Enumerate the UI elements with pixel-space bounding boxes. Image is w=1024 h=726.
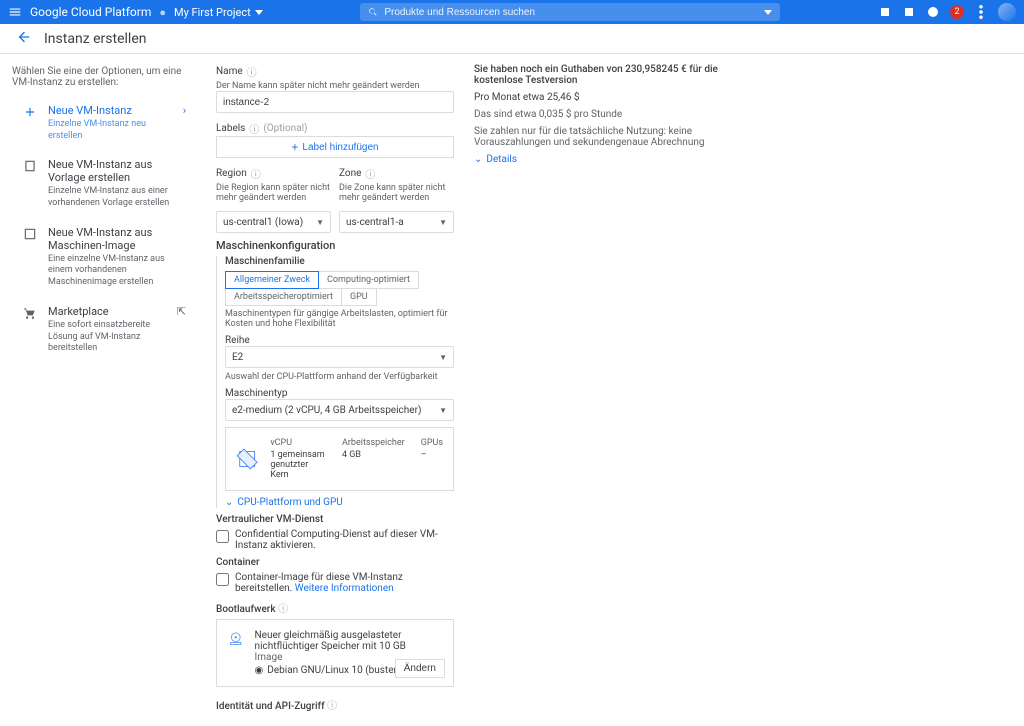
notifications-badge[interactable]: 2	[950, 5, 964, 19]
avatar[interactable]	[998, 3, 1016, 21]
boot-disk-box: Neuer gleichmäßig ausgelasteter nichtflü…	[216, 619, 454, 687]
family-hint: Maschinentypen für gängige Arbeitslasten…	[225, 309, 454, 329]
zone-label: Zone	[339, 168, 361, 179]
top-bar: Google Cloud Platform ● My First Project…	[0, 0, 1024, 24]
more-icon[interactable]	[974, 5, 988, 19]
chevron-down-icon: ▼	[439, 406, 447, 415]
zone-select[interactable]: us-central1-a▼	[339, 211, 454, 233]
search-icon	[368, 7, 378, 17]
confidential-checkbox[interactable]	[216, 530, 229, 543]
search-box[interactable]	[360, 3, 780, 21]
sidebar-intro: Wählen Sie eine der Optionen, um eine VM…	[12, 66, 196, 88]
region-select[interactable]: us-central1 (Iowa)▼	[216, 211, 331, 233]
sidebar: Wählen Sie eine der Optionen, um eine VM…	[0, 54, 200, 726]
container-more-link[interactable]: Weitere Informationen	[295, 583, 394, 594]
chevron-right-icon: ›	[183, 104, 186, 117]
sidebar-item-from-image[interactable]: Neue VM-Instanz aus Maschinen-ImageEine …	[12, 218, 196, 297]
debian-icon: ◉	[255, 665, 264, 676]
template-icon	[22, 158, 38, 173]
sidebar-item-marketplace[interactable]: MarketplaceEine sofort einsatzbereite Lö…	[12, 297, 196, 363]
series-select[interactable]: E2▼	[225, 346, 454, 368]
zone-hint: Die Zone kann später nicht mehr geändert…	[339, 183, 454, 203]
back-arrow-icon[interactable]	[16, 29, 32, 49]
hourly-price: Das sind etwa 0,035 $ pro Stunde	[474, 109, 724, 120]
disk-icon	[227, 630, 245, 648]
page-title: Instanz erstellen	[44, 31, 146, 47]
search-input[interactable]	[384, 7, 758, 18]
machine-family-tabs: Allgemeiner Zweck Computing-optimiert Ar…	[225, 271, 454, 305]
gift-icon[interactable]	[878, 5, 892, 19]
container-label: Container	[216, 557, 454, 568]
chevron-down-icon	[255, 10, 263, 15]
machine-conf-heading: Maschinenkonfiguration	[216, 239, 454, 252]
tab-gpu[interactable]: GPU	[341, 288, 377, 306]
console-icon[interactable]	[902, 5, 916, 19]
tab-general[interactable]: Allgemeiner Zweck	[225, 271, 319, 289]
chevron-down-icon[interactable]	[764, 10, 772, 15]
info-panel: Sie haben noch ein Guthaben von 230,9582…	[470, 54, 740, 726]
name-label: Name	[216, 66, 243, 77]
sidebar-item-from-template[interactable]: Neue VM-Instanz aus Vorlage erstellenEin…	[12, 150, 196, 217]
name-input[interactable]	[216, 91, 454, 113]
machinetype-label: Maschinentyp	[225, 388, 287, 399]
chevron-down-icon: ▼	[439, 353, 447, 362]
region-label: Region	[216, 168, 247, 179]
help-icon[interactable]: ⓘ	[327, 701, 337, 712]
image-icon	[22, 226, 38, 241]
cpu-icon	[236, 444, 258, 474]
chevron-down-icon: ▼	[316, 218, 324, 227]
plus-box-icon	[22, 104, 38, 119]
confidential-label: Vertraulicher VM-Dienst	[216, 514, 454, 525]
series-hint: Auswahl der CPU-Plattform anhand der Ver…	[225, 372, 454, 382]
add-label-button[interactable]: +Label hinzufügen	[216, 136, 454, 158]
page-header: Instanz erstellen	[0, 24, 1024, 54]
credit-headline: Sie haben noch ein Guthaben von 230,9582…	[474, 64, 724, 86]
help-icon[interactable]: ⓘ	[278, 604, 288, 615]
monthly-price: Pro Monat etwa 25,46 $	[474, 92, 724, 103]
specs-box: vCPU Arbeitsspeicher GPUs 1 gemeinsam ge…	[225, 427, 454, 491]
help-icon[interactable]: ⓘ	[251, 166, 261, 181]
external-icon: ⇱	[177, 305, 186, 318]
help-icon[interactable]: ⓘ	[249, 121, 259, 136]
machine-family-label: Maschinenfamilie	[225, 256, 305, 267]
help-icon[interactable]	[926, 5, 940, 19]
identity-label: Identität und API-Zugriff	[216, 701, 325, 712]
menu-icon[interactable]	[8, 5, 22, 19]
help-icon[interactable]: ⓘ	[247, 64, 257, 79]
machinetype-select[interactable]: e2-medium (2 vCPU, 4 GB Arbeitsspeicher)…	[225, 399, 454, 421]
labels-label: Labels	[216, 123, 245, 134]
change-boot-button[interactable]: Ändern	[395, 659, 445, 678]
cpu-gpu-expander[interactable]: ⌄CPU-Plattform und GPU	[225, 497, 454, 508]
sidebar-item-new-vm[interactable]: Neue VM-InstanzEinzelne VM-Instanz neu e…	[12, 96, 196, 150]
name-hint: Der Name kann später nicht mehr geändert…	[216, 81, 454, 91]
tab-compute[interactable]: Computing-optimiert	[318, 271, 419, 289]
series-label: Reihe	[225, 335, 250, 346]
chevron-down-icon: ▼	[439, 218, 447, 227]
project-selector[interactable]: My First Project	[174, 6, 263, 19]
form-panel: Name ⓘ Der Name kann später nicht mehr ge…	[200, 54, 470, 726]
billing-note: Sie zahlen nur für die tatsächliche Nutz…	[474, 126, 724, 148]
product-name: Google Cloud Platform	[30, 5, 151, 19]
help-icon[interactable]: ⓘ	[365, 166, 375, 181]
cart-icon	[22, 305, 38, 320]
tab-memory[interactable]: Arbeitsspeicheroptimiert	[225, 288, 342, 306]
container-checkbox[interactable]	[216, 573, 229, 586]
region-hint: Die Region kann später nicht mehr geände…	[216, 183, 331, 203]
project-name: My First Project	[174, 6, 251, 19]
details-expander[interactable]: ⌄Details	[474, 154, 724, 165]
boot-label: Bootlaufwerk	[216, 604, 276, 615]
